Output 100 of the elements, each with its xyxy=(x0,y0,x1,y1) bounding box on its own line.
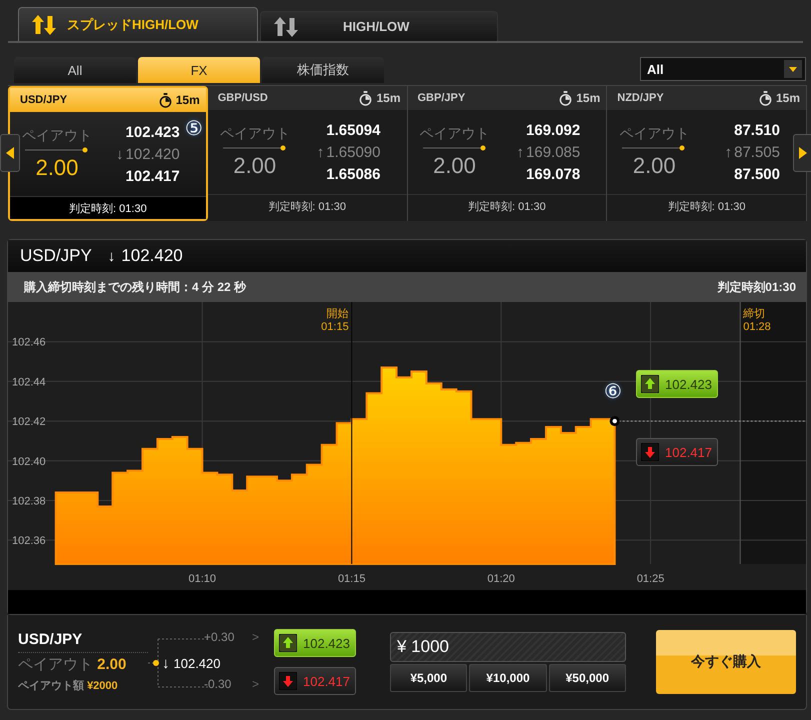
preset-button[interactable]: ¥10,000 xyxy=(469,664,547,692)
payout-value: 2.00 xyxy=(36,155,78,181)
x-tick-label: 01:20 xyxy=(487,573,515,585)
trend-arrow: ↑ xyxy=(724,144,732,160)
y-tick-label: 102.44 xyxy=(12,376,46,388)
high-button[interactable]: 102.423 xyxy=(274,629,356,657)
high-price: 1.65094 xyxy=(326,122,380,138)
judgement-time: 判定時刻01:30 xyxy=(717,278,796,296)
previous-button[interactable] xyxy=(0,134,20,172)
marker-label: 開始 xyxy=(326,308,349,320)
trend-arrow: ↓ xyxy=(162,655,170,672)
high-button[interactable]: 102.423 xyxy=(636,370,718,398)
payout-value: 2.00 xyxy=(233,153,276,179)
chart-pair: USD/JPY xyxy=(20,246,92,266)
trend-arrow: ↑ xyxy=(316,144,324,160)
payout-label: ペイアウト xyxy=(22,127,92,145)
current-point xyxy=(610,416,620,426)
down-arrow-icon xyxy=(641,443,659,461)
mode-tab[interactable]: HIGH/LOW xyxy=(260,11,498,41)
order-price: 102.420 xyxy=(174,656,220,671)
judgement-time: 判定時刻: 01:30 xyxy=(408,194,606,217)
instrument-card[interactable]: GBP/JPY 15m ペイアウト 2.00 169.092 ↑169.085 169.078 判定時刻: 01:30 xyxy=(408,86,608,221)
y-tick-label: 102.36 xyxy=(12,535,46,548)
left-triangle-icon xyxy=(5,146,15,160)
high-price: 169.092 xyxy=(526,122,580,138)
current-price: 102.420 xyxy=(121,246,183,266)
low-price: 102.417 xyxy=(126,168,180,184)
filter-dropdown[interactable]: All xyxy=(640,57,806,81)
remaining-time: 購入締切時刻までの残り時間：4 分 22 秒 xyxy=(24,278,246,296)
judgement-time: 判定時刻: 01:30 xyxy=(607,194,806,217)
preset-button[interactable]: ¥50,000 xyxy=(548,664,626,692)
down-arrow-icon xyxy=(279,672,297,690)
mid-price: 102.420 xyxy=(126,146,180,162)
payout-line xyxy=(622,145,686,151)
up-arrow-icon xyxy=(641,375,659,393)
mid-price: 1.65090 xyxy=(326,144,380,160)
high-price: 102.423 xyxy=(126,124,180,140)
up-down-arrows-icon xyxy=(31,14,57,36)
stopwatch-icon xyxy=(559,90,572,106)
y-tick-label: 102.42 xyxy=(12,416,46,428)
duration-label: 15m xyxy=(776,91,800,105)
preset-button[interactable]: ¥5,000 xyxy=(390,664,468,692)
high-price: 87.510 xyxy=(734,122,780,138)
next-button[interactable] xyxy=(793,134,811,172)
low-price: 169.078 xyxy=(526,166,580,182)
y-tick-label: 102.40 xyxy=(12,456,46,468)
pair-label: NZD/JPY xyxy=(617,92,664,104)
trend-arrow: ↓ xyxy=(108,248,116,264)
instrument-card[interactable]: NZD/JPY 15m ペイアウト 2.00 87.510 ↑87.505 87.500 判定時刻: 01:30 xyxy=(607,86,807,221)
marker-time: 01:15 xyxy=(321,321,349,333)
y-tick-label: 102.38 xyxy=(12,495,46,508)
order-pair: USD/JPY xyxy=(18,631,148,653)
payout-label: ペイアウト xyxy=(619,125,690,143)
payout-label: ペイアウト xyxy=(420,125,490,143)
stopwatch-icon xyxy=(158,92,172,108)
judgement-time: 判定時刻: 01:30 xyxy=(10,196,206,219)
duration-label: 15m xyxy=(576,91,600,105)
step-marker: ⑤ xyxy=(184,117,203,141)
right-triangle-icon xyxy=(798,146,808,160)
category-tab[interactable]: All xyxy=(14,57,136,83)
payout-line xyxy=(25,147,89,153)
chevron: > xyxy=(252,677,260,691)
low-button[interactable]: 102.417 xyxy=(274,667,356,695)
buy-button[interactable]: 今すぐ購入 xyxy=(656,630,796,694)
mid-price: 169.085 xyxy=(526,144,580,160)
mode-tab[interactable]: スプレッドHIGH/LOW xyxy=(18,7,258,41)
chevron: > xyxy=(252,630,260,644)
stopwatch-icon xyxy=(758,90,772,106)
pair-label: GBP/JPY xyxy=(418,92,466,104)
payout-value: 2.00 xyxy=(433,153,476,179)
payout-amount: ¥2000 xyxy=(87,680,118,692)
amount-field[interactable]: ¥ 1000 xyxy=(390,632,626,662)
up-arrow-icon xyxy=(279,634,297,652)
payout-line xyxy=(422,145,486,151)
instrument-card[interactable]: GBP/USD 15m ペイアウト 2.00 1.65094 ↑1.65090 1.65086 判定時刻: 01:30 xyxy=(208,86,408,221)
trend-arrow: ↓ xyxy=(116,146,124,162)
category-tab[interactable]: FX xyxy=(138,57,260,83)
lower-offset: -0.30 xyxy=(204,677,232,691)
pair-label: USD/JPY xyxy=(20,94,68,106)
x-tick-label: 01:25 xyxy=(636,573,664,585)
up-down-arrows-icon xyxy=(273,16,299,38)
marker-time: 01:28 xyxy=(743,321,771,333)
trend-arrow: ↑ xyxy=(516,144,524,160)
category-tab[interactable]: 株価指数 xyxy=(262,57,384,83)
y-tick-label: 102.46 xyxy=(12,336,46,349)
instrument-card[interactable]: USD/JPY 15m ペイアウト 2.00 102.423 ↓102.420 102.417 ⑤ 判定時刻: 01:30 xyxy=(8,86,208,221)
marker-label: 締切 xyxy=(743,308,766,320)
payout-amount-label: ペイアウト額 xyxy=(18,680,84,692)
x-tick-label: 01:10 xyxy=(188,573,216,585)
payout-label: ペイアウト xyxy=(220,125,290,143)
low-button[interactable]: 102.417 xyxy=(636,438,718,466)
payout-line xyxy=(222,145,287,151)
mid-price: 87.505 xyxy=(734,144,780,160)
upper-offset: +0.30 xyxy=(204,630,234,644)
duration-label: 15m xyxy=(376,91,400,105)
caret-icon xyxy=(784,60,802,78)
low-price: 87.500 xyxy=(734,166,780,182)
x-tick-label: 01:15 xyxy=(338,573,366,585)
low-price: 1.65086 xyxy=(326,166,380,182)
judgement-time: 判定時刻: 01:30 xyxy=(208,194,406,217)
